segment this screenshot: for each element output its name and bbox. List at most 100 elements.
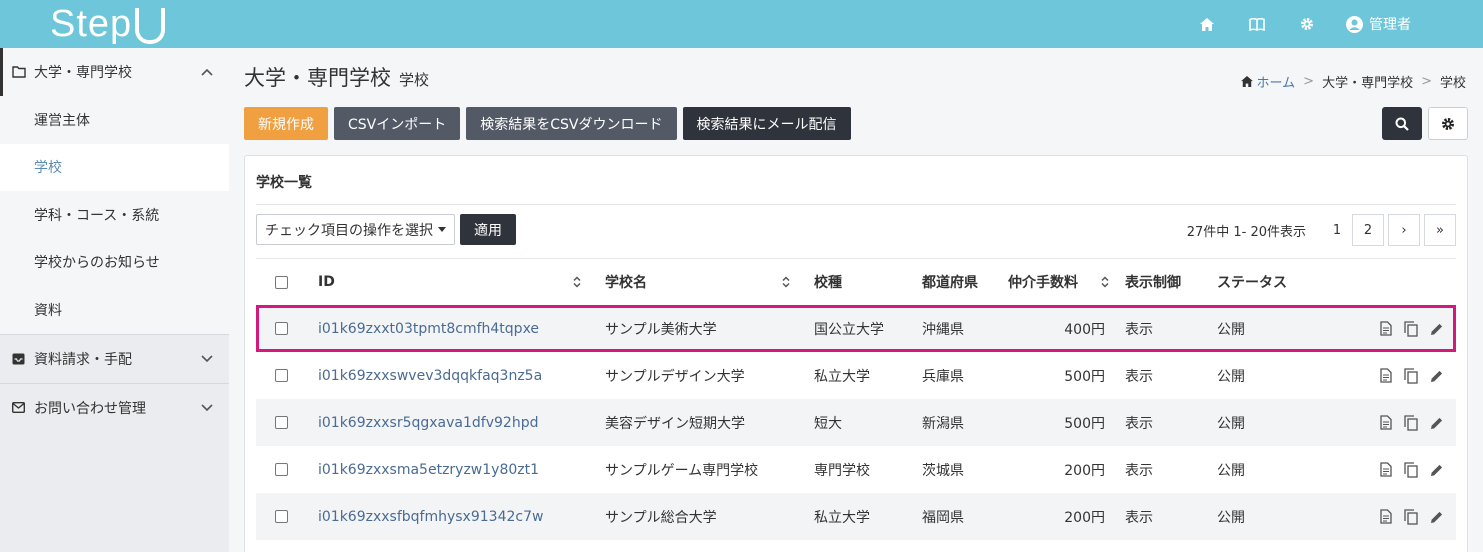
breadcrumb: ホーム > 大学・専門学校 > 学校	[1240, 72, 1466, 91]
copy-icon[interactable]	[1404, 508, 1418, 525]
page-title-main: 大学・専門学校	[244, 66, 391, 90]
csv-download-button[interactable]: 検索結果をCSVダウンロード	[466, 107, 677, 140]
panel-title: 学校一覧	[256, 175, 312, 191]
row-name: サンプル美術大学	[605, 321, 717, 338]
sidebar-item-school[interactable]: 学校	[0, 143, 229, 191]
sidebar-item-materials[interactable]: 資料	[0, 286, 229, 334]
document-icon[interactable]	[1380, 368, 1392, 383]
row-id-link[interactable]: i01k69zxxsr5qgxava1dfv92hpd	[318, 415, 538, 431]
row-checkbox[interactable]	[274, 369, 288, 382]
sidebar-item-department[interactable]: 学科・コース・系統	[0, 191, 229, 239]
edit-icon[interactable]	[1430, 510, 1444, 524]
edit-icon[interactable]	[1430, 322, 1444, 336]
select-all-checkbox[interactable]	[274, 275, 288, 289]
top-nav: 管理者	[1182, 0, 1483, 48]
row-checkbox-cell	[256, 416, 306, 429]
column-header-fee[interactable]: 仲介手数料	[1002, 272, 1117, 292]
column-header-name[interactable]: 学校名	[593, 272, 802, 292]
row-id-link[interactable]: i01k69zxxsfbqfmhysx91342c7w	[318, 509, 543, 525]
row-id-link[interactable]: i01k69zxxswvev3dqqkfaq3nz5a	[318, 368, 542, 384]
row-actions	[1329, 508, 1456, 525]
top-bar: Step 管理者	[0, 0, 1483, 48]
column-header-id[interactable]: ID	[306, 274, 593, 290]
search-button[interactable]	[1382, 107, 1422, 140]
row-pref: 新潟県	[922, 415, 964, 432]
edit-icon[interactable]	[1430, 416, 1444, 430]
new-button[interactable]: 新規作成	[244, 107, 328, 140]
row-display: 表示	[1125, 415, 1153, 432]
table-row: i01k69zxxsma5etzryzw1y80zt1 サンプルゲーム専門学校 …	[256, 446, 1456, 493]
sidebar-group-requests[interactable]: 資料請求・手配	[0, 335, 229, 383]
home-icon	[1240, 76, 1253, 87]
breadcrumb-level1[interactable]: 大学・専門学校	[1322, 72, 1413, 91]
table-row: i01k69zxxt03tpmt8cmfh4tqpxe サンプル美術大学 国公立…	[256, 305, 1456, 352]
logo-u-mark	[135, 8, 166, 44]
copy-icon[interactable]	[1404, 414, 1418, 431]
sidebar-item-operator[interactable]: 運営主体	[0, 96, 229, 144]
breadcrumb-home[interactable]: ホーム	[1240, 72, 1296, 91]
sidebar: 大学・専門学校 運営主体 学校 学科・コース・系統 学校からのお知らせ 資料 資…	[0, 48, 229, 552]
list-settings-button[interactable]	[1428, 107, 1468, 140]
gear-icon	[1442, 117, 1454, 130]
row-type: 短大	[814, 415, 842, 432]
row-status: 公開	[1217, 462, 1245, 479]
edit-icon[interactable]	[1430, 369, 1444, 383]
csv-import-button[interactable]: CSVインポート	[334, 107, 461, 140]
document-icon[interactable]	[1380, 321, 1392, 336]
mail-icon	[12, 400, 28, 416]
document-icon[interactable]	[1380, 462, 1392, 477]
row-checkbox-cell	[256, 463, 306, 476]
row-id-link[interactable]: i01k69zxxsma5etzryzw1y80zt1	[318, 462, 539, 478]
page-link[interactable]: 2	[1352, 214, 1384, 246]
sidebar-item-school-news[interactable]: 学校からのお知らせ	[0, 239, 229, 287]
row-actions	[1329, 367, 1456, 384]
row-actions	[1329, 461, 1456, 478]
home-icon[interactable]	[1182, 0, 1232, 48]
result-count: 27件中 1- 20件表示	[1186, 224, 1306, 240]
row-id-link[interactable]: i01k69zxxt03tpmt8cmfh4tqpxe	[318, 321, 539, 337]
bulk-action-select-value: チェック項目の操作を選択	[265, 222, 433, 239]
copy-icon[interactable]	[1404, 367, 1418, 384]
sort-icon	[1101, 276, 1109, 288]
chevron-up-icon	[201, 65, 215, 79]
document-icon[interactable]	[1380, 509, 1392, 524]
chevron-down-icon	[201, 352, 215, 366]
sidebar-group-university[interactable]: 大学・専門学校	[0, 48, 229, 96]
row-fee: 500円	[1064, 415, 1105, 432]
bulk-action-select[interactable]: チェック項目の操作を選択	[256, 214, 455, 245]
book-icon[interactable]	[1232, 0, 1282, 48]
gear-icon[interactable]	[1282, 0, 1332, 48]
sort-icon	[573, 276, 581, 288]
row-checkbox[interactable]	[274, 416, 288, 429]
apply-button[interactable]: 適用	[460, 214, 516, 245]
document-icon[interactable]	[1380, 415, 1392, 430]
row-display: 表示	[1125, 462, 1153, 479]
row-pref: 福岡県	[922, 509, 964, 526]
row-actions	[1329, 320, 1456, 337]
copy-icon[interactable]	[1404, 461, 1418, 478]
row-name: 美容デザイン短期大学	[605, 415, 745, 432]
row-display: 表示	[1125, 509, 1153, 526]
row-checkbox[interactable]	[274, 322, 288, 335]
row-fee: 500円	[1064, 368, 1105, 385]
inbox-icon	[12, 351, 28, 367]
page-last-button[interactable]: »	[1424, 214, 1456, 246]
edit-icon[interactable]	[1430, 463, 1444, 477]
user-menu[interactable]: 管理者	[1346, 14, 1411, 34]
page-next-button[interactable]: ›	[1388, 214, 1420, 246]
row-checkbox[interactable]	[274, 510, 288, 523]
pagination: 27件中 1- 20件表示 1 2 › »	[1187, 214, 1456, 246]
column-header-label: 仲介手数料	[1008, 275, 1078, 291]
row-name: サンプルデザイン大学	[605, 368, 745, 385]
row-type: 専門学校	[814, 462, 870, 479]
copy-icon[interactable]	[1404, 320, 1418, 337]
row-checkbox[interactable]	[274, 463, 288, 476]
table-header: ID 学校名 校種 都道府県 仲介手数料 表示制御 ステータス	[256, 258, 1456, 305]
send-mail-button[interactable]: 検索結果にメール配信	[682, 107, 851, 140]
main-content: 大学・専門学校 学校 ホーム > 大学・専門学校 > 学校 新規作成 CSVイン…	[229, 48, 1483, 552]
select-all-cell	[256, 275, 306, 289]
logo[interactable]: Step	[50, 2, 166, 46]
column-header-display: 表示制御	[1125, 275, 1181, 291]
sidebar-group-inquiries[interactable]: お問い合わせ管理	[0, 384, 229, 432]
breadcrumb-home-label: ホーム	[1256, 76, 1296, 91]
